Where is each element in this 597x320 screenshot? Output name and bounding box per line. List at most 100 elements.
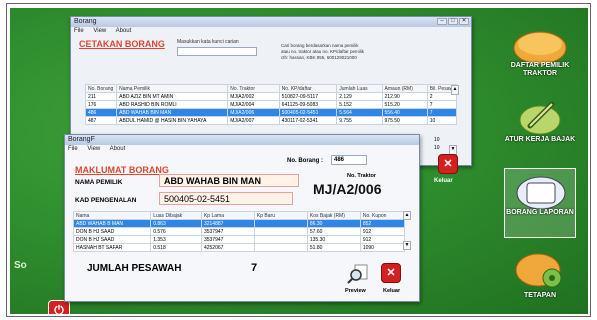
kad-field[interactable]: 500405-02-5451 [159, 192, 293, 205]
gear-icon [515, 253, 562, 288]
cell [253, 219, 308, 228]
extra-bil: 10 [434, 145, 440, 151]
cell: 176 [84, 100, 118, 109]
borang-title: Borang [74, 18, 97, 25]
hint-line: cth: hassan, KBK 855, 600129021000 [281, 55, 357, 60]
cell: 7 [426, 100, 458, 109]
tile-tetapan[interactable]: TETAPAN [504, 248, 576, 310]
cell: 9.755 [336, 116, 383, 125]
window-controls: – □ ✕ [437, 18, 469, 25]
cell: 0.863 [150, 219, 202, 228]
cell: 3214887 [200, 219, 255, 228]
preview-label: Preview [345, 288, 366, 294]
cell: DON B HJ SAAD [72, 227, 152, 236]
cell: 1.353 [150, 235, 202, 244]
extra-bil: 10 [434, 137, 440, 143]
col-kp-baru[interactable]: Kp Baru [253, 211, 308, 220]
borang-table: No. Borang Nama Pemilik No. Traktor No. … [84, 84, 458, 125]
no-borang-label: No. Borang : [287, 158, 323, 164]
maklumat-heading: MAKLUMAT BORANG [75, 165, 169, 175]
borangf-table: Nama Luas Dibajak Kp Lama Kp Baru Kos Ba… [72, 211, 406, 252]
magnifier-icon [347, 264, 368, 284]
cell: 500405-02-5451 [278, 108, 338, 117]
jumlah-label: JUMLAH PESAWAH [87, 263, 182, 274]
cell: 3537947 [200, 235, 255, 244]
cell: 430117-02-5341 [278, 116, 338, 125]
cell: 3537947 [200, 227, 255, 236]
scroll-up-arrow[interactable]: ▲ [403, 211, 411, 220]
cell: 212.90 [381, 92, 428, 101]
nama-field[interactable]: ABD WAHAB BIN MAN [159, 174, 299, 187]
tile-borang-laporan[interactable]: BORANG LAPORAN [504, 168, 576, 238]
jumlah-value: 7 [251, 262, 258, 274]
col-kos[interactable]: Kos Bajak (RM) [306, 211, 361, 220]
col-kp-lama[interactable]: Kp Lama [200, 211, 255, 220]
kad-label: KAD PENGENALAN [75, 197, 137, 204]
col-traktor[interactable]: No. Traktor [227, 84, 280, 93]
col-nama[interactable]: Nama [72, 211, 152, 220]
cell: 4252067 [200, 243, 255, 252]
table-row[interactable]: DON B HJ SAAD 0.576 3537947 57.60 912 [72, 227, 406, 236]
col-amaun[interactable]: Amaun (RM) [381, 84, 428, 93]
minimize-button[interactable]: – [437, 18, 447, 25]
search-input[interactable] [177, 47, 257, 56]
cell: 2.129 [336, 92, 383, 101]
table-row-selected[interactable]: 486 ABD WAHAB BIN MAN MJ/A2/006 500405-02-5… [84, 108, 458, 117]
maximize-button[interactable]: □ [448, 18, 458, 25]
menu-about[interactable]: About [116, 28, 132, 34]
cell: 5.564 [336, 108, 383, 117]
table-row[interactable]: DON B HJ SAAD 1.353 3537947 135.30 912 [72, 235, 406, 244]
col-kupon[interactable]: No. Kupon [359, 211, 406, 220]
borang-keluar-button[interactable]: ✕ [438, 154, 458, 174]
col-no-borang[interactable]: No. Borang [84, 84, 118, 93]
col-luas[interactable]: Luas Dibajak [150, 211, 202, 220]
preview-button[interactable] [347, 263, 369, 285]
table-row[interactable]: 211 ABD AZIZ BIN MT AMIN MJ/A2/002 510827-0… [84, 92, 458, 101]
table-row[interactable]: 176 ABD RASHID BIN ROMLI MJ/A2/004 641125-0… [84, 100, 458, 109]
close-button[interactable]: ✕ [459, 18, 469, 25]
cell: 912 [359, 235, 406, 244]
cell: 0.576 [150, 227, 202, 236]
col-luas[interactable]: Jumlah Luas [336, 84, 383, 93]
cell: 975.50 [381, 116, 428, 125]
table-row[interactable]: HASNAH BT SAFAR 0.518 4252067 51.80 1090 [72, 243, 406, 252]
cell: 211 [84, 92, 118, 101]
tile-daftar-pemilik[interactable]: DAFTAR PEMILIK TRAKTOR [504, 26, 576, 88]
cell: ABD AZIZ BIN MT AMIN [116, 92, 229, 101]
cell: HASNAH BT SAFAR [72, 243, 152, 252]
desktop-side-text: So [14, 260, 27, 271]
tile-label: ATUR KERJA BAJAK [504, 136, 576, 143]
borangf-window: BorangF File View About No. Borang : 486… [64, 134, 420, 302]
borangf-menubar: File View About [65, 145, 419, 154]
cell: MJ/A2/007 [227, 116, 280, 125]
search-label: Masukkan kata kunci carian [177, 39, 239, 45]
search-hint: Cari borang berdasarkan nama pemilik ata… [281, 43, 364, 61]
cell: 641125-09-5083 [278, 100, 338, 109]
table-row[interactable]: 487 ABDUL HAMID @ HASIN BIN YAHAYA MJ/A2/0… [84, 116, 458, 125]
cell: 912 [359, 227, 406, 236]
menu-about[interactable]: About [110, 146, 126, 152]
menu-file[interactable]: File [68, 146, 78, 152]
cell [253, 243, 308, 252]
borangf-keluar-button[interactable]: ✕ [381, 263, 401, 283]
table-row-selected[interactable]: ABD WAHAB B MAN 0.863 3214887 86.30 852 [72, 219, 406, 228]
col-kp[interactable]: No. KP/daftar [278, 84, 338, 93]
cell: 51.80 [306, 243, 361, 252]
report-icon [516, 176, 566, 210]
menu-view[interactable]: View [93, 28, 106, 34]
scroll-up-arrow[interactable]: ▲ [451, 85, 459, 95]
menu-file[interactable]: File [74, 28, 84, 34]
tile-atur-kerja[interactable]: ATUR KERJA BAJAK [504, 96, 576, 158]
power-button[interactable]: ⏻ [48, 300, 70, 314]
cell: 510827-09-5117 [278, 92, 338, 101]
cell: ABD RASHID BIN ROMLI [116, 100, 229, 109]
cell: 1090 [359, 243, 406, 252]
no-borang-field[interactable]: 486 [331, 155, 367, 165]
borangf-titlebar: BorangF [65, 135, 419, 145]
borang-menubar: File View About [71, 27, 471, 36]
cell: 556.40 [381, 108, 428, 117]
col-nama[interactable]: Nama Pemilik [116, 84, 229, 93]
traktor-label: No. Traktor [347, 173, 377, 179]
menu-view[interactable]: View [87, 146, 100, 152]
scroll-down-arrow[interactable]: ▼ [403, 241, 411, 250]
